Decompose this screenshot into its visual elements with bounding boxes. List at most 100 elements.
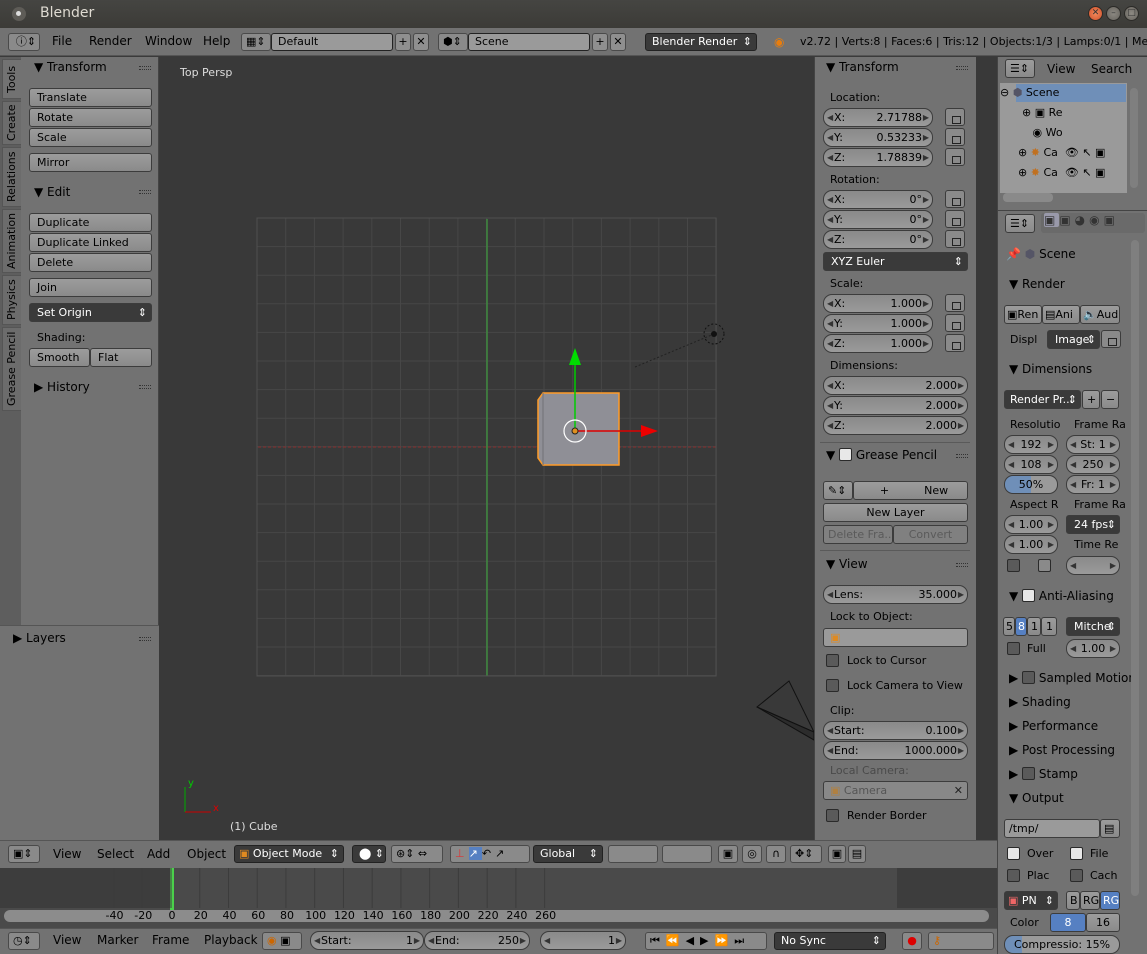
snap-icon[interactable]: ∩ <box>766 845 786 863</box>
cache-result-checkbox[interactable] <box>1070 869 1083 882</box>
render-engine-select[interactable]: Blender Render ⇕ <box>645 33 757 51</box>
lock-interface-icon[interactable] <box>1101 330 1121 348</box>
tab-grease-pencil[interactable]: Grease Pencil <box>2 327 21 411</box>
render-animation-button[interactable]: ▤Ani <box>1042 305 1080 324</box>
color-rgba-button[interactable]: RG <box>1100 891 1120 910</box>
properties-scrollbar[interactable] <box>1131 240 1139 896</box>
scl-z-field[interactable]: ◀ Z: 1.000 ▶ <box>823 334 933 353</box>
scl-x-field[interactable]: ◀ X: 1.000 ▶ <box>823 294 933 313</box>
frame-rate-select[interactable]: 24 fps ⇕ <box>1066 515 1120 534</box>
window-menu-icon[interactable] <box>12 7 26 21</box>
crop-checkbox[interactable] <box>1038 559 1051 572</box>
color-bw-button[interactable]: B <box>1066 891 1080 910</box>
timeline-menu-frame[interactable]: Frame <box>152 933 189 947</box>
outliner-row-world[interactable]: ◉ Wo <box>1022 126 1062 139</box>
color-rgb-button[interactable]: RG <box>1080 891 1100 910</box>
remove-layout-icon[interactable]: ✕ <box>413 33 429 51</box>
outliner-scrollbar[interactable] <box>1130 88 1138 188</box>
tab-animation[interactable]: Animation <box>2 209 21 273</box>
loc-x-field[interactable]: ◀ X: 2.71788 ▶ <box>823 108 933 127</box>
scene-icon[interactable]: ⬢⇕ <box>438 33 468 51</box>
frame-step-field[interactable]: ◀ Fr: 1 ▶ <box>1066 475 1120 494</box>
lock-object-field[interactable]: ▣ <box>823 628 968 647</box>
tab-relations[interactable]: Relations <box>2 147 21 207</box>
info-editor-type-icon[interactable]: ⓘ⇕ <box>8 33 40 51</box>
timeline-editor-type-icon[interactable]: ◷⇕ <box>8 932 40 950</box>
sync-mode-select[interactable]: No Sync ⇕ <box>774 932 886 950</box>
layers-panel-header[interactable]: ▶ Layers <box>13 631 66 645</box>
pivot-point-select[interactable]: ⊛⇕ ⇔ <box>391 845 443 863</box>
aa-samples-5[interactable]: 5 <box>1003 617 1015 636</box>
display-select[interactable]: Image ⇕ <box>1047 330 1100 349</box>
timeline-menu-view[interactable]: View <box>53 933 81 947</box>
translate-button[interactable]: Translate <box>29 88 152 107</box>
lock-icon[interactable] <box>945 148 965 166</box>
rotate-button[interactable]: Rotate <box>29 108 152 127</box>
rot-z-field[interactable]: ◀ Z: 0° ▶ <box>823 230 933 249</box>
keying-set-icon[interactable]: ⚷ <box>928 932 994 950</box>
file-extensions-checkbox[interactable] <box>1070 847 1083 860</box>
screen-layout-icon[interactable]: ▦⇕ <box>241 33 271 51</box>
outliner-editor-type-icon[interactable]: ☰⇕ <box>1005 59 1035 78</box>
history-panel-header[interactable]: ▶ History <box>34 380 90 394</box>
time-remap-field[interactable]: ◀ ▶ <box>1066 556 1120 575</box>
scale-button[interactable]: Scale <box>29 128 152 147</box>
loc-y-field[interactable]: ◀ Y: 0.53233 ▶ <box>823 128 933 147</box>
aa-samples-11[interactable]: 1 <box>1027 617 1041 636</box>
color-depth-16-button[interactable]: 16 <box>1086 913 1120 932</box>
outliner-row-camera[interactable]: ⊕ ✸ Ca 👁 ↖ ▣ <box>1018 146 1105 159</box>
render-panel-header[interactable]: ▼ Render <box>1009 277 1065 291</box>
view-panel-header[interactable]: ▼ View <box>826 557 868 571</box>
edit-panel-header[interactable]: ▼ Edit <box>34 185 70 199</box>
folder-icon[interactable]: ▤ <box>1100 819 1120 838</box>
timeline-start-field[interactable]: ◀ Start: 1 ▶ <box>310 931 424 950</box>
screen-layout-field[interactable]: Default <box>271 33 393 51</box>
clip-start-field[interactable]: ◀ Start: 0.100 ▶ <box>823 721 968 740</box>
lock-icon[interactable] <box>945 294 965 312</box>
stamp-panel-header[interactable]: ▶ Stamp <box>1009 767 1078 781</box>
placeholders-checkbox[interactable] <box>1007 869 1020 882</box>
minimize-window-icon[interactable]: – <box>1106 6 1121 21</box>
output-path-field[interactable]: /tmp/ <box>1004 819 1100 838</box>
render-audio-button[interactable]: 🔈Aud <box>1080 305 1120 324</box>
aspect-x-field[interactable]: ◀ 1.00 ▶ <box>1004 515 1058 534</box>
transform-properties-header[interactable]: ▼ Transform <box>826 60 899 74</box>
smooth-button[interactable]: Smooth <box>29 348 90 367</box>
overwrite-checkbox[interactable] <box>1007 847 1020 860</box>
outliner-view-menu[interactable]: View <box>1047 62 1075 76</box>
aspect-y-field[interactable]: ◀ 1.00 ▶ <box>1004 535 1058 554</box>
panel-grip-icon[interactable] <box>139 637 151 641</box>
resolution-percentage-slider[interactable]: 50% <box>1004 475 1058 494</box>
duplicate-button[interactable]: Duplicate <box>29 213 152 232</box>
output-panel-header[interactable]: ▼ Output <box>1009 791 1064 805</box>
manipulator-toggles[interactable]: ⊥↗↶↗ <box>450 845 530 863</box>
transform-panel-header[interactable]: ▼ Transform <box>34 60 107 74</box>
record-icon[interactable]: ● <box>902 932 922 950</box>
border-checkbox[interactable] <box>1007 559 1020 572</box>
lock-icon[interactable] <box>945 210 965 228</box>
frame-start-field[interactable]: ◀ St: 1 ▶ <box>1066 435 1120 454</box>
view3d-menu-add[interactable]: Add <box>147 847 170 861</box>
timeline-menu-marker[interactable]: Marker <box>97 933 138 947</box>
shading-panel-header[interactable]: ▶ Shading <box>1009 695 1071 709</box>
sampled-motion-panel-header[interactable]: ▶ Sampled Motion <box>1009 671 1136 685</box>
view3d-menu-view[interactable]: View <box>53 847 81 861</box>
rot-y-field[interactable]: ◀ Y: 0° ▶ <box>823 210 933 229</box>
maximize-window-icon[interactable]: □ <box>1124 6 1139 21</box>
properties-context-tabs[interactable]: ▣▣◕◉▣ <box>1041 213 1145 233</box>
remove-scene-icon[interactable]: ✕ <box>610 33 626 51</box>
add-scene-icon[interactable]: + <box>592 33 608 51</box>
post-processing-panel-header[interactable]: ▶ Post Processing <box>1009 743 1115 757</box>
outliner-row-scene[interactable]: ⊖ ⬢ Scene <box>1000 86 1059 99</box>
compression-slider[interactable]: Compressio: 15% <box>1004 935 1120 954</box>
lock-icon[interactable] <box>945 190 965 208</box>
new-layer-button[interactable]: New Layer <box>823 503 968 522</box>
join-button[interactable]: Join <box>29 278 152 297</box>
render-anim-icon[interactable]: ▤ <box>848 845 866 863</box>
render-presets-select[interactable]: Render Pr... ⇕ <box>1004 390 1081 409</box>
layer-buttons-group-2[interactable] <box>662 845 712 863</box>
lock-icon[interactable] <box>945 230 965 248</box>
view3d-menu-object[interactable]: Object <box>187 847 226 861</box>
dim-z-field[interactable]: ◀ Z: 2.000 ▶ <box>823 416 968 435</box>
viewport-shading-select[interactable]: ⬤ ⇕ <box>352 845 386 863</box>
